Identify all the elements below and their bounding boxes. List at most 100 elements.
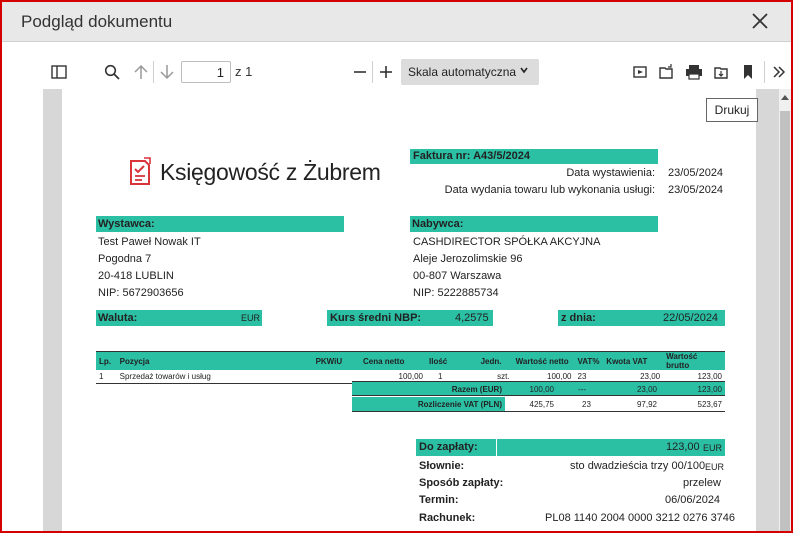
- column-header: VAT%: [574, 351, 604, 370]
- amount-words-currency: EUR: [705, 462, 725, 472]
- items-table: Lp. Pozycja PKWiU Cena netto Ilość Jedn.…: [96, 351, 725, 384]
- seller-line: Pogodna 7: [98, 253, 152, 265]
- find-button[interactable]: [100, 60, 124, 84]
- buyer-line: Aleje Jerozolimskie 96: [413, 253, 523, 265]
- column-header: Jedn.: [477, 351, 513, 370]
- print-tooltip: Drukuj: [706, 98, 758, 122]
- search-icon: [104, 64, 120, 80]
- column-header: Wartość brutto: [663, 351, 725, 370]
- logo-text: Księgowość z Żubrem: [160, 158, 381, 185]
- nbp-rate-box: Kurs średni NBP: 4,2575: [327, 310, 493, 326]
- issue-date-value: 23/05/2024: [668, 167, 724, 179]
- buyer-header: Nabywca:: [410, 216, 658, 232]
- presentation-icon: [633, 66, 647, 78]
- currency-box: Waluta: EUR: [96, 310, 262, 326]
- scrollbar-thumb[interactable]: [780, 111, 790, 531]
- seller-line: 20-418 LUBLIN: [98, 270, 174, 282]
- zoom-in-button[interactable]: [374, 60, 398, 84]
- bookmark-button[interactable]: [736, 60, 760, 84]
- amount-due-row: Do zapłaty: 123,00 EUR: [416, 439, 725, 456]
- items-header-row: Lp. Pozycja PKWiU Cena netto Ilość Jedn.…: [96, 351, 725, 370]
- amount-due-label: Do zapłaty:: [419, 441, 478, 453]
- rate-date-label: z dnia:: [561, 312, 596, 324]
- document-check-icon: [130, 157, 151, 185]
- total-pln-label: Rozliczenie VAT (PLN): [352, 397, 505, 411]
- total-pln-vat-rate: 23: [582, 400, 591, 409]
- scroll-up-arrow-icon[interactable]: [781, 95, 789, 100]
- seller-line: NIP: 5672903656: [98, 287, 184, 299]
- previous-page-button[interactable]: [129, 60, 153, 84]
- nbp-rate-label: Kurs średni NBP:: [330, 312, 422, 324]
- document-preview-dialog: Podgląd dokumentu z 1: [0, 0, 793, 533]
- viewer-toolbar: z 1 Skala automatyczna: [2, 43, 791, 87]
- toolbar-separator: [153, 61, 154, 83]
- toolbar-separator: [372, 61, 373, 83]
- open-file-icon: [659, 64, 673, 79]
- invoice-page: Księgowość z Żubrem Faktura nr: A43/5/20…: [62, 89, 756, 531]
- close-button[interactable]: [749, 10, 771, 32]
- minus-icon: [354, 71, 366, 73]
- nbp-rate-value: 4,2575: [455, 312, 489, 324]
- toolbar-separator: [764, 61, 765, 83]
- amount-words-value: sto dwadzieścia trzy 00/100: [570, 460, 706, 472]
- rate-date-value: 22/05/2024: [663, 312, 719, 324]
- dialog-title: Podgląd dokumentu: [21, 12, 173, 31]
- divider: [496, 439, 497, 456]
- column-header: Ilość: [426, 351, 478, 370]
- column-header: Kwota VAT: [603, 351, 664, 370]
- company-logo: Księgowość z Żubrem: [128, 157, 381, 187]
- vertical-scrollbar[interactable]: [779, 89, 791, 531]
- sidebar-toggle-button[interactable]: [47, 60, 71, 84]
- save-icon: [714, 67, 728, 79]
- total-pln-row: Rozliczenie VAT (PLN) 425,75 23 97,92 52…: [352, 397, 725, 412]
- chevron-down-icon: [520, 67, 528, 74]
- document-area[interactable]: Księgowość z Żubrem Faktura nr: A43/5/20…: [43, 89, 779, 531]
- bank-account-label: Rachunek:: [419, 512, 476, 524]
- arrow-down-icon: [160, 65, 174, 80]
- column-header: Cena netto: [360, 351, 426, 370]
- amount-due-value: 123,00: [666, 441, 700, 453]
- amount-due-currency: EUR: [703, 443, 723, 453]
- print-icon: [686, 65, 702, 80]
- amount-words-label: Słownie:: [419, 460, 465, 472]
- table-cell: 1: [96, 370, 117, 384]
- currency-value: EUR: [241, 313, 261, 323]
- delivery-date-value: 23/05/2024: [668, 184, 724, 196]
- bookmark-icon: [744, 65, 752, 79]
- buyer-line: NIP: 5222885734: [413, 287, 499, 299]
- presentation-mode-button[interactable]: [628, 60, 652, 84]
- total-pln-net: 425,75: [529, 400, 554, 409]
- issue-date-label: Data wystawienia:: [566, 167, 655, 179]
- more-tools-button[interactable]: [767, 60, 791, 84]
- total-pln-vat: 97,92: [636, 400, 657, 409]
- zoom-scale-select[interactable]: Skala automatyczna: [401, 59, 539, 85]
- total-eur-net: 100,00: [529, 385, 554, 394]
- total-eur-label: Razem (EUR): [451, 385, 502, 394]
- total-pln-gross: 523,67: [697, 400, 722, 409]
- payment-term-value: 06/06/2024: [665, 494, 721, 506]
- seller-line: Test Paweł Nowak IT: [98, 236, 201, 248]
- zoom-scale-value: Skala automatyczna: [408, 65, 517, 79]
- close-icon: [752, 13, 768, 29]
- seller-header: Wystawca:: [96, 216, 344, 232]
- plus-icon: [380, 66, 392, 78]
- print-button[interactable]: [682, 60, 706, 84]
- next-page-button[interactable]: [155, 60, 179, 84]
- sidebar-icon: [51, 65, 67, 79]
- bank-account-value: PL08 1140 2004 0000 3212 0276 3746: [545, 512, 736, 524]
- invoice-number: Faktura nr: A43/5/2024: [410, 149, 658, 164]
- buyer-line: CASHDIRECTOR SPÓŁKA AKCYJNA: [413, 236, 601, 248]
- payment-method-label: Sposób zapłaty:: [419, 477, 504, 489]
- page-number-input[interactable]: [181, 61, 231, 83]
- rate-date-box: z dnia: 22/05/2024: [558, 310, 725, 326]
- arrow-up-icon: [134, 64, 148, 79]
- open-file-button[interactable]: [654, 60, 678, 84]
- zoom-out-button[interactable]: [348, 60, 372, 84]
- download-button[interactable]: [709, 60, 733, 84]
- payment-term-label: Termin:: [419, 494, 459, 506]
- column-header: Pozycja: [116, 351, 313, 370]
- buyer-line: 00-807 Warszawa: [413, 270, 502, 282]
- double-chevron-right-icon: [773, 66, 786, 78]
- pdf-viewer: z 1 Skala automatyczna: [2, 43, 791, 531]
- total-eur-row: Razem (EUR) 100,00 --- 23,00 123,00: [352, 381, 725, 396]
